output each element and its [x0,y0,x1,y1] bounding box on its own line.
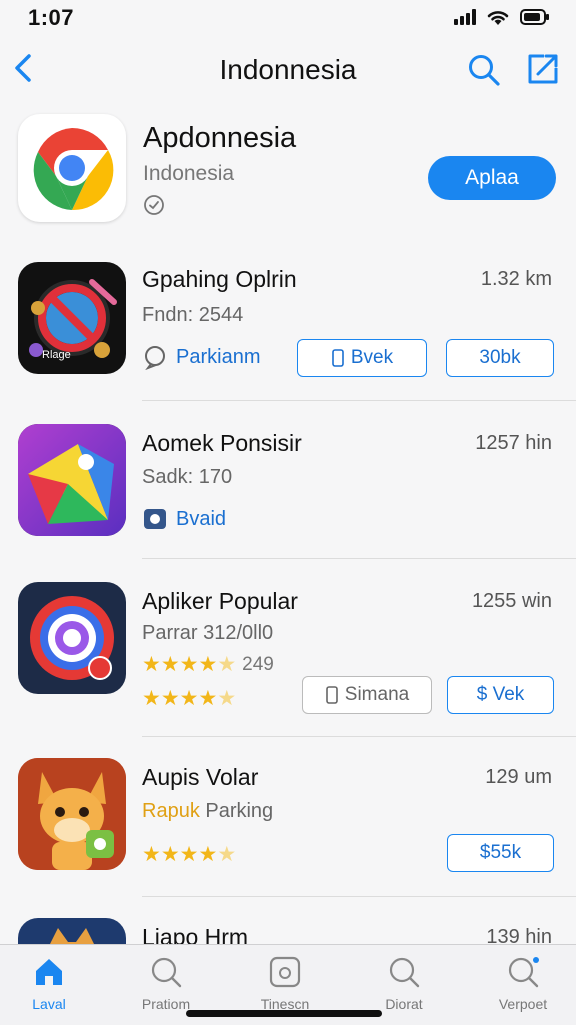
phone-icon [332,349,344,367]
app-subtitle: Fndn: 2544 [142,304,244,326]
wifi-icon [487,11,509,25]
search-icon [151,957,182,988]
svg-text:Rlage: Rlage [42,349,71,361]
divider [142,896,576,897]
search-icon[interactable] [466,52,502,88]
rating-stars: ★★★★ ★ [142,687,237,710]
subtitle-rest: Parking [199,800,274,822]
camera-lens-icon [18,582,126,694]
status-icons [454,8,550,26]
featured-app[interactable]: Apdonnesia Indonesia Aplaa [0,108,576,228]
search-icon [508,957,539,988]
app-row[interactable]: Rlage Gpahing Oplrin 1.32 km Fndn: 2544 … [0,262,576,402]
bvaid-link-label: Bvaid [176,507,227,530]
camera-icon [144,509,166,529]
search-icon [389,957,420,988]
tab-laval[interactable]: Laval [4,955,94,1012]
share-icon[interactable] [524,50,562,88]
app-row[interactable]: Aomek Ponsisir 1257 hin Sadk: 170 Bvaid [0,424,576,564]
app-subtitle: Parrar 312/0ll0 [142,622,274,644]
save-button[interactable]: Simana [302,676,432,714]
tab-verpoet[interactable]: Verpoet [478,955,568,1012]
app-name: Apliker Popular [142,588,298,614]
app-row[interactable]: Aupis Volar 129 um Rapuk Parking ★★★★ ★ $… [0,758,576,898]
parking-link[interactable]: Parkianm [142,344,260,370]
app-name: Gpahing Oplrin [142,266,297,292]
home-indicator [186,1010,382,1017]
nav-bar: Indonnesia [0,40,576,100]
tab-label: Laval [32,996,66,1012]
price-button[interactable]: 30bk [446,339,554,377]
parking-link-label: Parkianm [176,345,261,368]
bvaid-link[interactable]: Bvaid [142,506,226,532]
rating-count: 249 [242,653,274,675]
book-button[interactable]: Bvek [297,339,427,377]
app-size: 1257 hin [475,432,552,454]
app-subtitle: Sadk: 170 [142,466,233,488]
featured-app-subtitle: Indonesia [143,162,235,185]
apps-icon [269,956,301,988]
tab-diorat[interactable]: Diorat [359,955,449,1012]
tab-label: Verpoet [498,996,548,1012]
tab-tinescn[interactable]: Tinescn [240,955,330,1012]
get-button[interactable]: Aplaa [428,156,556,200]
app-name: Aomek Ponsisir [142,430,302,456]
price-button[interactable]: $55k [447,834,554,872]
tab-pratiom[interactable]: Pratiom [121,955,211,1012]
divider [142,400,576,401]
map-pin-icon [18,424,126,536]
home-icon [36,959,62,985]
divider [142,558,576,559]
map-pin-outline-icon [145,346,165,370]
app-size: 1.32 km [480,268,552,290]
fox-mascot-icon [18,758,126,870]
featured-app-name: Apdonnesia [143,122,297,154]
price-button[interactable]: $ Vek [447,676,554,714]
divider [142,736,576,737]
chrome-logo-icon [18,114,126,222]
status-time: 1:07 [28,5,75,30]
book-button-label: Bvek [350,347,394,368]
road-sign-icon: Rlage [18,262,126,374]
app-name: Aupis Volar [142,764,259,790]
app-size: 129 um [485,766,552,788]
bookmark-icon [325,686,338,704]
save-button-label: Simana [344,684,410,705]
verified-icon [144,195,164,215]
subtitle-highlight: Rapuk [142,800,200,822]
signal-icon [454,9,476,25]
rating-stars: ★★★★ ★ 249 [142,653,274,676]
app-size: 1255 win [471,590,552,612]
battery-icon [520,9,549,25]
app-row[interactable]: Apliker Popular 1255 win Parrar 312/0ll0… [0,582,576,738]
rating-stars: ★★★★ ★ [142,843,237,866]
app-subtitle: Rapuk Parking [142,800,273,823]
status-bar: 1:07 [0,0,576,34]
